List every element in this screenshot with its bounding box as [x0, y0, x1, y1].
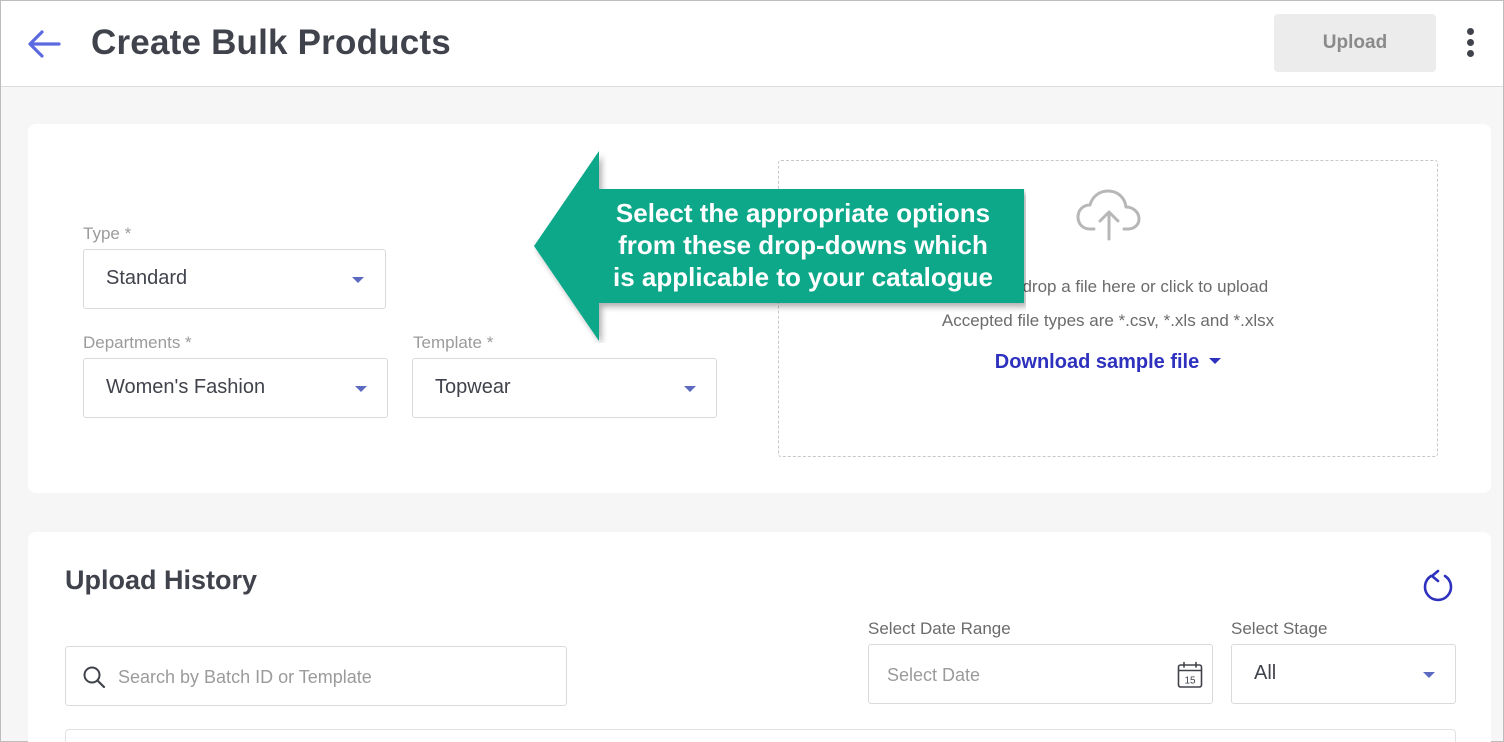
refresh-button[interactable] [1420, 567, 1456, 605]
top-bar: Create Bulk Products Upload [1, 1, 1503, 87]
upload-button[interactable]: Upload [1274, 14, 1436, 72]
date-range-picker[interactable]: Select Date 15 [868, 644, 1213, 704]
search-icon [83, 666, 106, 689]
template-select[interactable]: Topwear [412, 358, 717, 418]
calendar-icon: 15 [1177, 661, 1203, 688]
stage-value: All [1254, 662, 1277, 684]
chevron-down-icon [352, 277, 364, 283]
date-range-label: Select Date Range [868, 619, 1011, 638]
chevron-down-icon [684, 386, 696, 392]
callout-text: Select the appropriate options from thes… [591, 197, 1015, 293]
departments-label: Departments * [83, 333, 192, 352]
download-sample-file-link[interactable]: Download sample file [779, 351, 1437, 374]
download-sample-file-label: Download sample file [994, 351, 1200, 373]
chevron-down-icon [355, 386, 367, 392]
callout-line-3: is applicable to your catalogue [613, 262, 993, 292]
type-value: Standard [106, 267, 188, 289]
upload-history-title: Upload History [65, 565, 258, 595]
type-label: Type * [83, 224, 132, 243]
search-input[interactable] [118, 657, 548, 697]
kebab-menu-icon[interactable] [1459, 25, 1481, 61]
arrow-left-icon [28, 30, 61, 58]
history-table [65, 729, 1456, 742]
callout-line-1: Select the appropriate options [615, 198, 991, 228]
departments-select[interactable]: Women's Fashion [83, 358, 388, 418]
refresh-icon [1423, 569, 1453, 602]
stage-label: Select Stage [1231, 619, 1328, 638]
callout-line-2: from these drop-downs which [618, 230, 988, 260]
chevron-down-icon [1423, 672, 1435, 678]
search-field [65, 646, 567, 706]
stage-select[interactable]: All [1231, 644, 1456, 704]
chevron-down-icon [1209, 357, 1222, 364]
date-placeholder: Select Date [887, 665, 981, 685]
departments-value: Women's Fashion [106, 376, 266, 398]
page-title: Create Bulk Products [91, 23, 451, 62]
template-value: Topwear [435, 376, 511, 398]
template-label: Template * [413, 333, 494, 352]
cloud-upload-icon [1076, 189, 1141, 241]
calendar-day: 15 [1184, 676, 1196, 687]
back-button[interactable] [23, 27, 65, 61]
type-select[interactable]: Standard [83, 249, 386, 309]
